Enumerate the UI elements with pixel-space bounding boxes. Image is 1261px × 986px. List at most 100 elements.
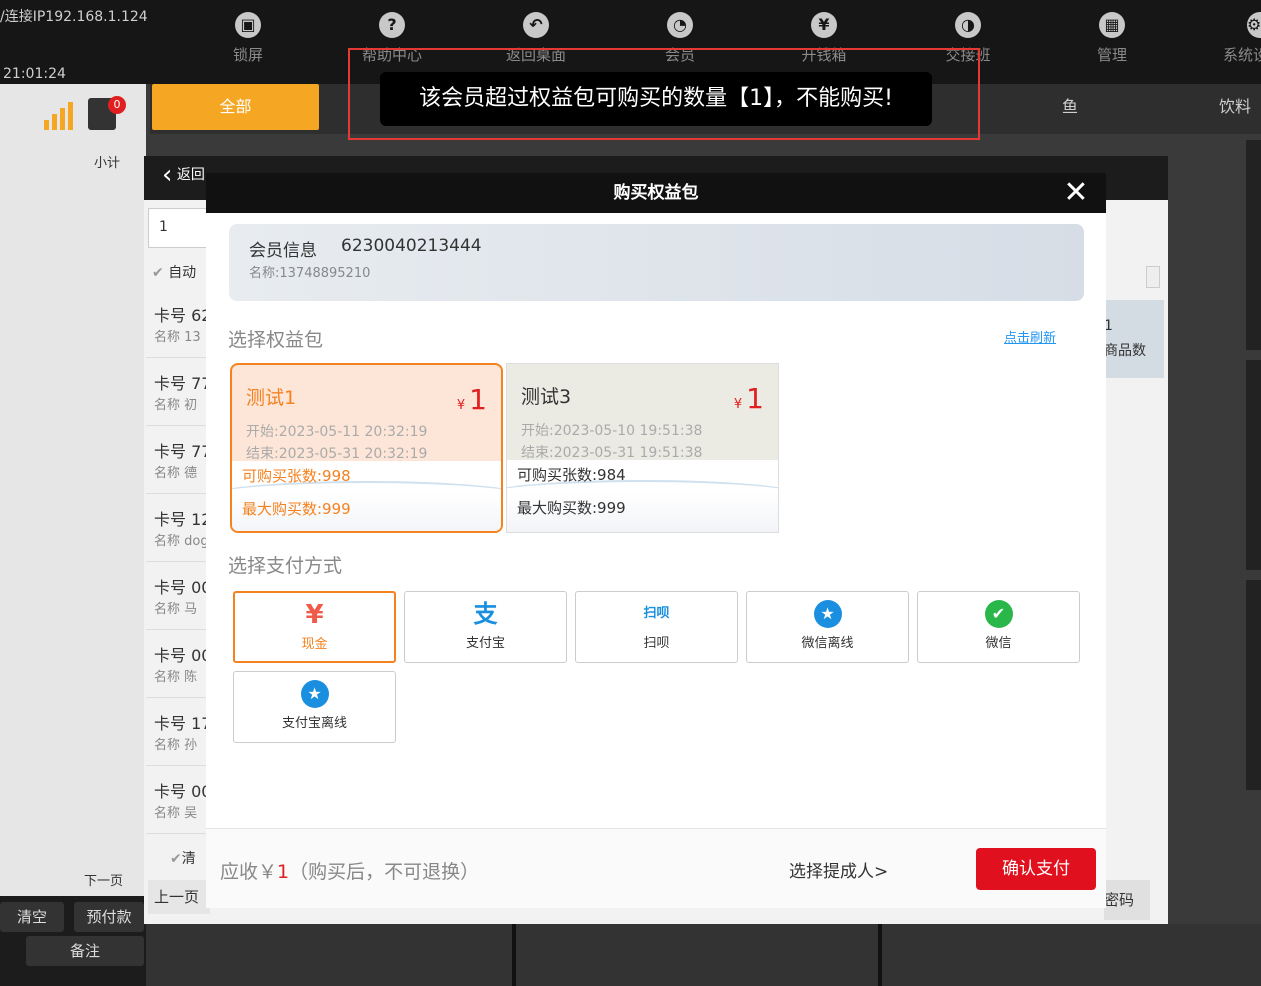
error-toast: 该会员超过权益包可购买的数量【1】，不能购买! bbox=[380, 72, 932, 126]
list-item[interactable]: 卡号 00 名称 吴 bbox=[146, 766, 208, 834]
subtotal-label: 小计 bbox=[94, 156, 121, 171]
package-end: 结束:2023-05-31 20:32:19 bbox=[246, 446, 428, 462]
package-section-title: 选择权益包 bbox=[228, 329, 324, 351]
dialog-title: 购买权益包 bbox=[206, 173, 1106, 213]
card-name: 名称 dog bbox=[154, 534, 208, 549]
printer-badge: 0 bbox=[108, 96, 126, 114]
price-value: 1 bbox=[469, 383, 487, 416]
card-name: 名称 13 bbox=[154, 330, 201, 345]
manage-button[interactable]: ▦ 管理 bbox=[1057, 12, 1167, 65]
spinner-control[interactable] bbox=[1146, 266, 1160, 288]
confirm-pay-button[interactable]: 确认支付 bbox=[976, 848, 1096, 890]
select-staff-link[interactable]: 选择提成人> bbox=[789, 857, 888, 882]
package-available-count: 可购买张数:984 bbox=[517, 466, 626, 484]
signal-icon bbox=[44, 100, 74, 130]
pay-cash-button[interactable]: ¥ 现金 bbox=[233, 591, 396, 663]
category-all[interactable]: 全部 bbox=[152, 84, 319, 130]
dialog-footer: 应收￥1（购买后，不可退换） 选择提成人> 确认支付 bbox=[206, 828, 1106, 908]
package-name: 测试3 bbox=[521, 386, 572, 408]
pay-label: 微信 bbox=[985, 636, 1012, 651]
back-icon: ↶ bbox=[523, 12, 549, 38]
card-name: 名称 陈 bbox=[154, 670, 198, 685]
package-end: 结束:2023-05-31 19:51:38 bbox=[521, 445, 703, 461]
category-drinks[interactable]: 饮料 bbox=[1200, 84, 1261, 130]
auto-checkbox[interactable]: ✔ 自动 bbox=[152, 262, 196, 282]
list-item[interactable]: 卡号 17 名称 孙 bbox=[146, 698, 208, 766]
alipay-icon: 支 bbox=[473, 600, 498, 628]
refresh-link[interactable]: 点击刷新 bbox=[1004, 327, 1056, 346]
auto-label: 自动 bbox=[168, 265, 197, 281]
package-card[interactable]: 测试3 ¥1 开始:2023-05-10 19:51:38 结束:2023-05… bbox=[506, 363, 779, 533]
settings-icon: ⚙ bbox=[1247, 12, 1261, 38]
member-card-number: 6230040213444 bbox=[341, 236, 482, 256]
package-name: 测试1 bbox=[246, 387, 297, 409]
toolbar-label: 锁屏 bbox=[232, 46, 263, 64]
connection-ip: /连接IP192.168.1.124 bbox=[0, 9, 148, 25]
pay-wechat-offline-button[interactable]: ★ 微信离线 bbox=[746, 591, 909, 663]
close-icon[interactable]: ✕ bbox=[1058, 177, 1094, 209]
prepay-button[interactable]: 预付款 bbox=[74, 902, 144, 932]
package-price: ¥1 bbox=[734, 382, 764, 415]
card-name: 名称 马 bbox=[154, 602, 198, 617]
wechat-check-icon: ✔ bbox=[984, 600, 1013, 628]
product-grid-bottom bbox=[146, 924, 1261, 986]
pay-saobei-button[interactable]: 扫呗 扫呗 bbox=[575, 591, 738, 663]
currency-symbol: ¥ bbox=[733, 397, 743, 412]
member-info-card: 会员信息 6230040213444 名称:13748895210 bbox=[229, 224, 1084, 301]
manage-icon: ▦ bbox=[1099, 12, 1125, 38]
yuan-icon: ¥ bbox=[305, 600, 324, 630]
list-item[interactable]: 卡号 77 名称 初 bbox=[146, 358, 208, 426]
card-no: 卡号 77 bbox=[154, 442, 208, 461]
pay-label: 支付宝 bbox=[465, 636, 505, 651]
list-item[interactable]: 卡号 62 名称 13 bbox=[146, 290, 208, 358]
member-search-input[interactable]: 1 bbox=[148, 208, 210, 248]
clear-checkbox[interactable]: ✔清 bbox=[170, 848, 196, 868]
pay-label: 支付宝离线 bbox=[281, 716, 347, 731]
toolbar-label: 系统设 bbox=[1223, 46, 1261, 64]
toolbar-label: 管理 bbox=[1096, 46, 1127, 64]
currency-symbol: ¥ bbox=[456, 398, 466, 413]
chevron-left-icon: ‹ bbox=[162, 160, 173, 190]
grid-divider bbox=[512, 924, 516, 986]
star-icon: ★ bbox=[813, 600, 842, 628]
card-no: 卡号 00 bbox=[154, 782, 208, 801]
grid-divider bbox=[878, 924, 882, 986]
next-page-button[interactable]: 下一页 bbox=[84, 870, 123, 889]
pay-label: 扫呗 bbox=[643, 636, 670, 651]
saobei-icon: 扫呗 bbox=[643, 606, 670, 621]
password-button[interactable]: 密码 bbox=[1104, 880, 1150, 920]
lock-icon: ▣ bbox=[235, 12, 261, 38]
card-no: 卡号 12 bbox=[154, 510, 208, 529]
pay-alipay-offline-button[interactable]: ★ 支付宝离线 bbox=[233, 671, 396, 743]
prev-page-button[interactable]: 上一页 bbox=[148, 880, 210, 914]
member-icon: ◔ bbox=[667, 12, 693, 38]
settings-button[interactable]: ⚙ 系统设 bbox=[1201, 12, 1261, 65]
goods-count-panel: 1 商品数 bbox=[1104, 300, 1164, 378]
lock-screen-button[interactable]: ▣ 锁屏 bbox=[193, 12, 303, 65]
package-max-count: 最大购买数:999 bbox=[517, 499, 626, 517]
pay-alipay-button[interactable]: 支 支付宝 bbox=[404, 591, 567, 663]
card-no: 卡号 62 bbox=[154, 306, 208, 325]
list-item[interactable]: 卡号 00 名称 马 bbox=[146, 562, 208, 630]
list-item[interactable]: 卡号 77 名称 德 bbox=[146, 426, 208, 494]
list-item[interactable]: 卡号 12 名称 dog bbox=[146, 494, 208, 562]
order-panel bbox=[0, 84, 146, 896]
back-button[interactable]: ‹ 返回 bbox=[162, 160, 205, 190]
back-label: 返回 bbox=[176, 167, 205, 183]
check-icon: ✔ bbox=[170, 851, 182, 867]
card-no: 卡号 00 bbox=[154, 578, 208, 597]
card-no: 卡号 00 bbox=[154, 646, 208, 665]
note-button[interactable]: 备注 bbox=[26, 936, 144, 966]
price-value: 1 bbox=[746, 382, 764, 415]
goods-count: 1 bbox=[1104, 318, 1113, 334]
category-fish[interactable]: 鱼 bbox=[1030, 84, 1110, 130]
payment-section-title: 选择支付方式 bbox=[228, 555, 343, 577]
pay-wechat-button[interactable]: ✔ 微信 bbox=[917, 591, 1080, 663]
list-item[interactable]: 卡号 00 名称 陈 bbox=[146, 630, 208, 698]
package-card-selected[interactable]: 测试1 ¥1 开始:2023-05-11 20:32:19 结束:2023-05… bbox=[230, 363, 503, 533]
card-name: 名称 初 bbox=[154, 398, 198, 413]
clear-button[interactable]: 清空 bbox=[0, 902, 64, 932]
member-info-label: 会员信息 bbox=[249, 241, 317, 261]
card-no: 卡号 77 bbox=[154, 374, 208, 393]
pay-label: 现金 bbox=[301, 637, 328, 652]
